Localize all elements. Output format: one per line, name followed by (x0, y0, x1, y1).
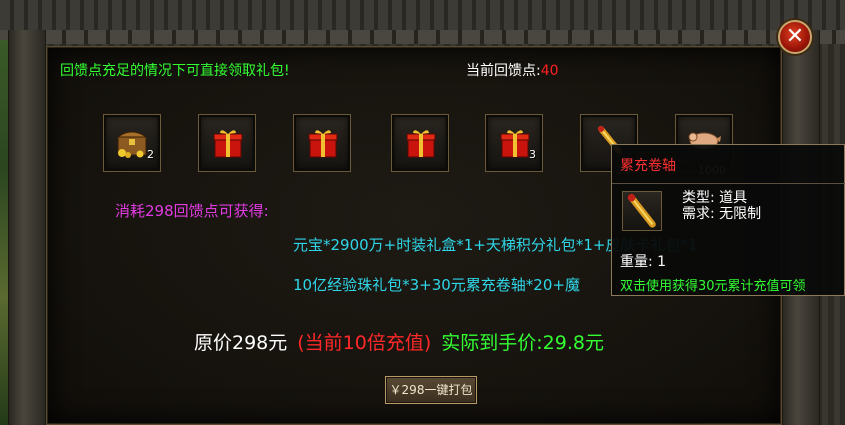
item-slot-5[interactable]: 3 (485, 114, 543, 172)
points-label: 当前回馈点: (466, 63, 541, 79)
feedback-points: 当前回馈点:40 (466, 60, 559, 80)
red-gift-box-icon (406, 130, 436, 158)
item-tooltip: 累充卷轴 类型: 道具 需求: 无限制 重量: 1 双击使用获得30元累计充值可… (611, 144, 845, 296)
req-label: 需求: (682, 206, 715, 222)
left-pillar (8, 30, 46, 425)
red-gift-box-icon (213, 130, 243, 158)
tooltip-item-icon (622, 191, 662, 231)
item-slot-1[interactable]: 2 (103, 114, 161, 172)
notice-text: 回馈点充足的情况下可直接领取礼包! (60, 63, 290, 79)
tooltip-weight: 重量: 1 (620, 251, 666, 271)
weight-label: 重量: (620, 254, 653, 270)
close-button[interactable]: ✕ (778, 20, 812, 54)
red-gift-box-icon (500, 130, 530, 158)
actual-price: 实际到手价:29.8元 (441, 332, 604, 354)
current-multiplier: (当前10倍充值) (297, 332, 432, 354)
roof-decoration (0, 0, 845, 44)
golden-scroll-icon (627, 193, 656, 228)
points-value: 40 (540, 63, 559, 79)
reward-line-2: 10亿经验珠礼包*3+30元累充卷轴*20+魔 (293, 276, 580, 294)
req-value: 无限制 (719, 206, 762, 222)
tooltip-title: 累充卷轴 (620, 158, 676, 174)
buy-bundle-button[interactable]: ￥298一键打包 (385, 376, 477, 404)
item-slot-3[interactable] (293, 114, 351, 172)
red-gift-box-icon (308, 130, 338, 158)
treasure-chest-icon (116, 131, 148, 158)
price-line: 原价298元 (当前10倍充值) 实际到手价:29.8元 (194, 328, 604, 355)
item-count: 2 (147, 148, 154, 161)
close-icon: ✕ (785, 24, 805, 49)
tooltip-description: 双击使用获得30元累计充值可领 (620, 279, 806, 294)
tooltip-divider (612, 183, 845, 184)
item-slot-4[interactable] (391, 114, 449, 172)
consume-text: 消耗298回馈点可获得: (115, 202, 269, 220)
original-price: 原价298元 (194, 332, 288, 354)
item-count: 3 (529, 148, 536, 161)
background-scenery (0, 40, 8, 425)
tooltip-requirement: 需求: 无限制 (682, 203, 761, 223)
item-slot-2[interactable] (198, 114, 256, 172)
weight-value: 1 (657, 254, 667, 270)
